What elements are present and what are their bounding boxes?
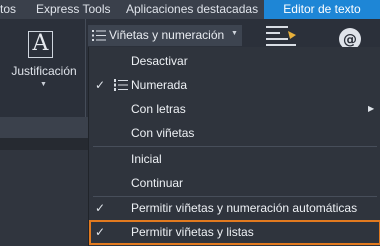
chevron-down-icon: ▼: [231, 30, 238, 37]
menu-item-label: Inicial: [131, 152, 162, 166]
bullets-numbering-label: Viñetas y numeración: [109, 28, 225, 42]
submenu-arrow-icon: ▶: [368, 104, 375, 113]
justification-icon[interactable]: A: [28, 31, 53, 58]
tab-tools-partial[interactable]: tos: [0, 0, 22, 19]
ribbon-separator: [85, 19, 86, 117]
menu-item-label: Con letras: [131, 102, 186, 116]
menu-item-label: Permitir viñetas y numeración automática…: [131, 201, 358, 215]
menu-separator: [93, 146, 377, 147]
tab-text-editor[interactable]: Editor de texto: [264, 0, 380, 19]
menu-item-allow-bullets-lists[interactable]: ✓ Permitir viñetas y listas: [89, 220, 380, 245]
paragraph-tool-icon[interactable]: [266, 25, 300, 47]
bulleted-list-icon: [92, 30, 106, 41]
check-icon: ✓: [95, 201, 106, 215]
tab-express-tools[interactable]: Express Tools: [36, 0, 116, 19]
menu-item-off[interactable]: Desactivar: [89, 50, 380, 72]
bullets-numbering-button[interactable]: Viñetas y numeración ▼: [88, 25, 242, 46]
menu-item-label: Con viñetas: [131, 126, 195, 140]
justification-caret-icon[interactable]: ▼: [40, 81, 47, 88]
tab-featured-apps[interactable]: Aplicaciones destacadas: [126, 0, 261, 19]
menu-item-bulleted[interactable]: Con viñetas: [89, 122, 380, 144]
svg-text:@: @: [343, 32, 357, 48]
menu-item-label: Desactivar: [131, 54, 188, 68]
ribbon-tab-bar: tos Express Tools Aplicaciones destacada…: [0, 0, 380, 19]
menu-item-continue[interactable]: Continuar: [89, 172, 380, 194]
bullets-numbering-menu: Desactivar ✓ Numerada Con letras ▶ Con v…: [88, 47, 380, 246]
check-icon: ✓: [95, 78, 106, 92]
numbered-list-icon: [114, 79, 128, 91]
menu-item-numbered[interactable]: ✓ Numerada: [89, 74, 380, 96]
check-icon: ✓: [95, 225, 106, 239]
menu-item-label: Continuar: [131, 176, 184, 190]
justification-label[interactable]: Justificación: [3, 64, 85, 78]
menu-item-restart[interactable]: Inicial: [89, 148, 380, 170]
menu-item-label: Numerada: [131, 78, 188, 92]
side-panel: [0, 150, 90, 246]
menu-item-auto-bullets[interactable]: ✓ Permitir viñetas y numeración automáti…: [89, 197, 380, 219]
menu-item-lettered[interactable]: Con letras ▶: [89, 98, 380, 120]
menu-item-label: Permitir viñetas y listas: [131, 225, 254, 239]
